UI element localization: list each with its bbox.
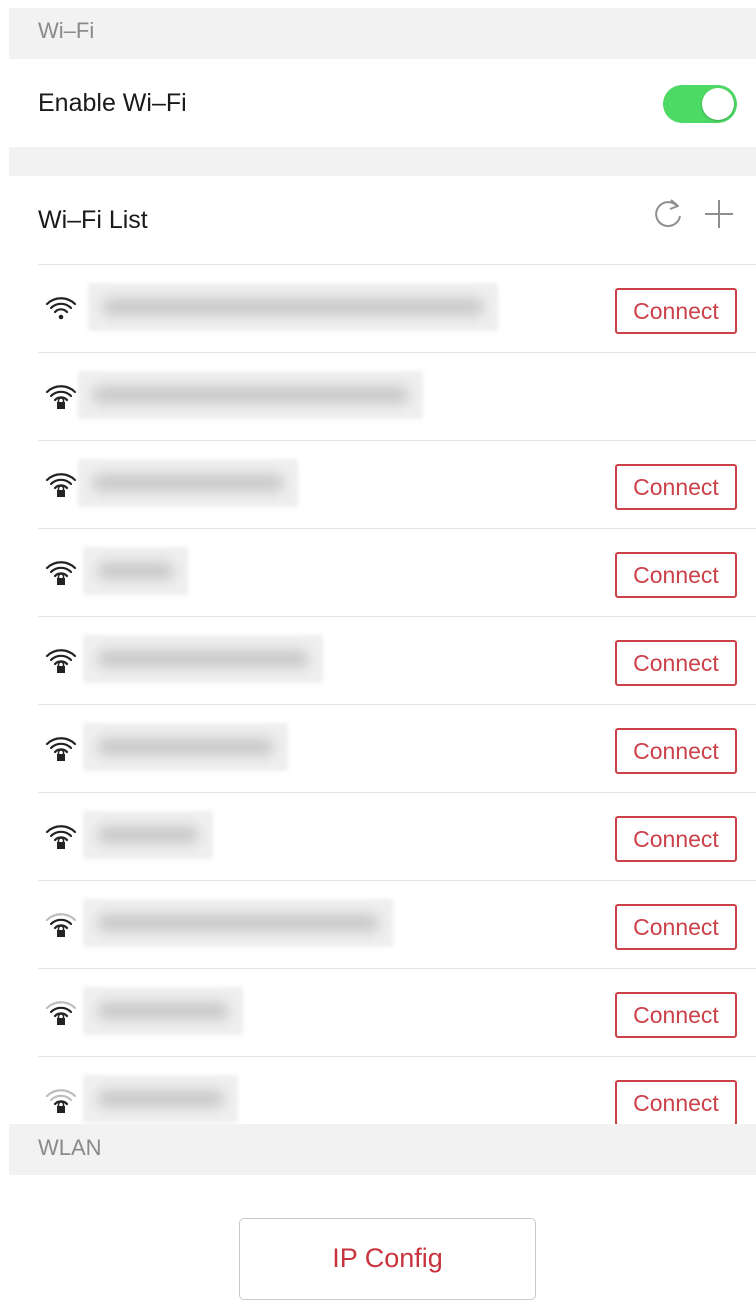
- wifi-lock-icon: [45, 1001, 77, 1025]
- network-name-redacted: [88, 283, 498, 331]
- add-icon[interactable]: [701, 196, 737, 232]
- wifi-network-row[interactable]: [38, 353, 756, 441]
- wifi-lock-icon: [45, 473, 77, 497]
- toggle-knob: [702, 88, 734, 120]
- wifi-network-row[interactable]: Connect: [38, 881, 756, 969]
- connect-button[interactable]: Connect: [615, 728, 737, 774]
- network-name-redacted: [78, 371, 423, 419]
- connect-button[interactable]: Connect: [615, 992, 737, 1038]
- refresh-icon[interactable]: [650, 196, 686, 232]
- wifi-network-row[interactable]: Connect: [38, 969, 756, 1057]
- network-name-redacted: [78, 459, 298, 507]
- wifi-lock-icon: [45, 737, 77, 761]
- wifi-section-label: Wi–Fi: [38, 18, 95, 43]
- network-name-redacted: [83, 811, 213, 859]
- wifi-section-header: [9, 8, 756, 59]
- wlan-section-label: WLAN: [38, 1135, 102, 1160]
- connect-button[interactable]: Connect: [615, 640, 737, 686]
- connect-button[interactable]: Connect: [615, 816, 737, 862]
- network-name-redacted: [83, 635, 323, 683]
- wifi-network-row[interactable]: Connect: [38, 793, 756, 881]
- network-name-redacted: [83, 899, 393, 947]
- enable-wifi-label: Enable Wi–Fi: [38, 89, 187, 117]
- wifi-lock-icon: [45, 913, 77, 937]
- wifi-lock-icon: [45, 385, 77, 409]
- wifi-network-row[interactable]: Connect: [38, 265, 756, 353]
- enable-wifi-toggle[interactable]: [663, 85, 737, 123]
- wifi-network-row[interactable]: Connect: [38, 705, 756, 793]
- wifi-lock-icon: [45, 561, 77, 585]
- network-name-redacted: [83, 987, 243, 1035]
- network-name-redacted: [83, 547, 188, 595]
- wifi-list-title: Wi–Fi List: [38, 206, 148, 234]
- wifi-lock-icon: [45, 649, 77, 673]
- wifi-network-row[interactable]: Connect: [38, 529, 756, 617]
- wifi-lock-icon: [45, 1089, 77, 1113]
- connect-button[interactable]: Connect: [615, 552, 737, 598]
- wifi-network-row[interactable]: Connect: [38, 441, 756, 529]
- wifi-lock-icon: [45, 825, 77, 849]
- connect-button[interactable]: Connect: [615, 1080, 737, 1126]
- section-spacer: [9, 147, 756, 176]
- connect-button[interactable]: Connect: [615, 464, 737, 510]
- connect-button[interactable]: Connect: [615, 904, 737, 950]
- wifi-icon: [45, 297, 77, 320]
- wifi-network-row[interactable]: Connect: [38, 617, 756, 705]
- wlan-section-header: [9, 1124, 756, 1175]
- network-name-redacted: [83, 723, 288, 771]
- connect-button[interactable]: Connect: [615, 288, 737, 334]
- network-name-redacted: [83, 1075, 238, 1123]
